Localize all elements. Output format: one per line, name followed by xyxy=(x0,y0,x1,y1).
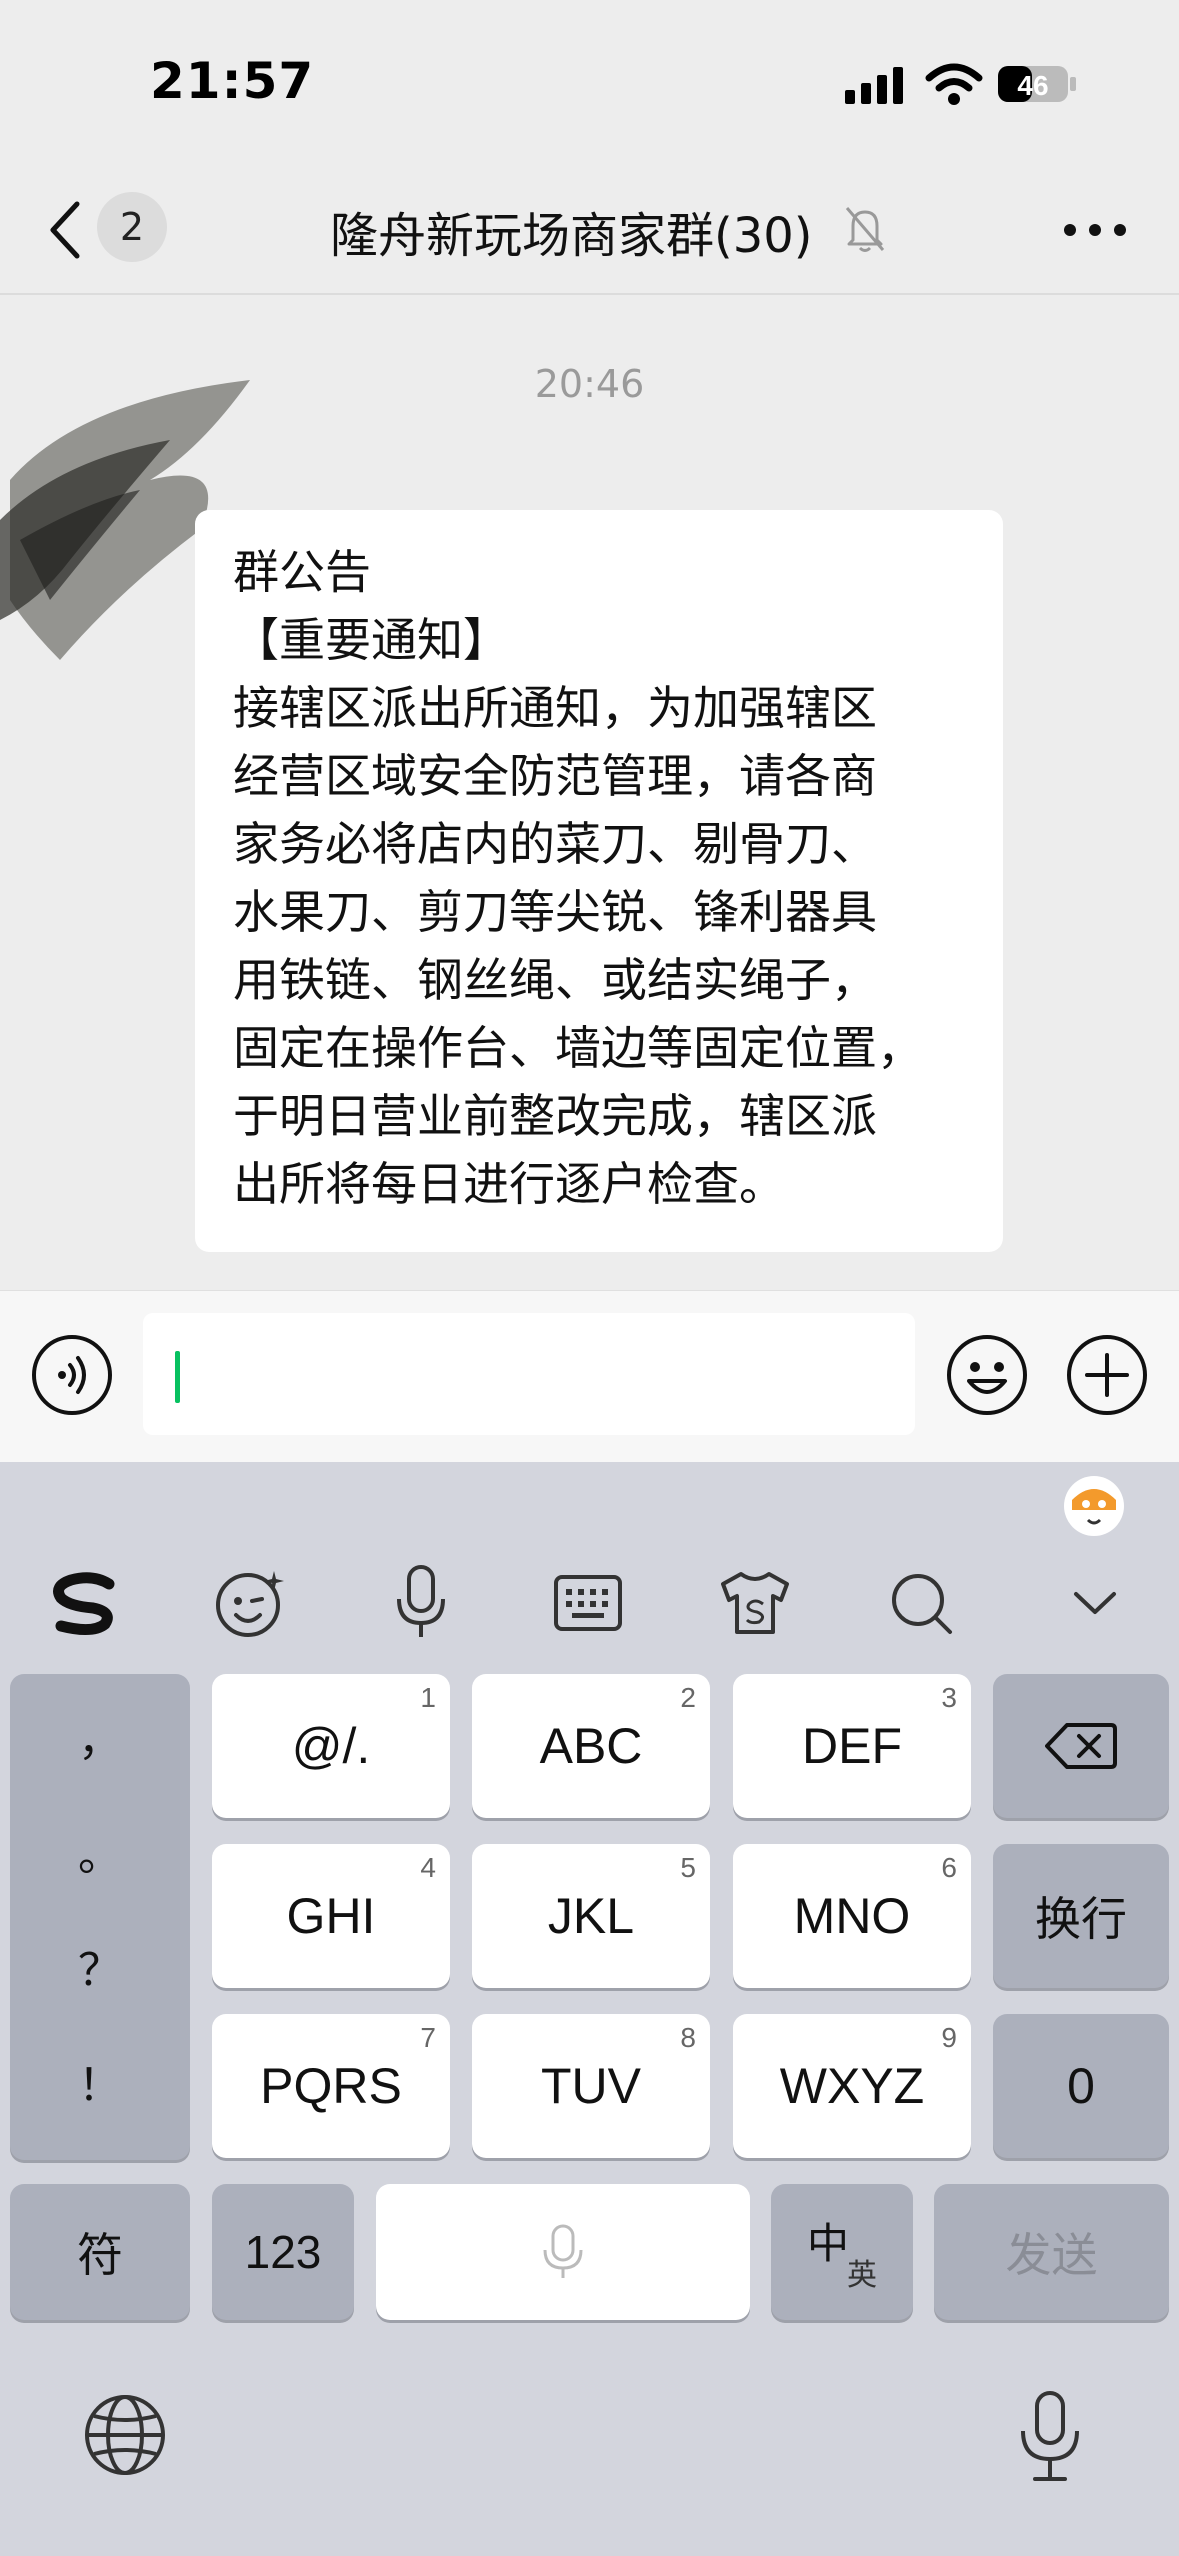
message-line: 水果刀、剪刀等尖锐、锋利器具 xyxy=(233,885,877,939)
mascot-icon[interactable] xyxy=(1058,1470,1130,1538)
key-number: 8 xyxy=(680,2022,696,2053)
return-key[interactable]: 换行 xyxy=(993,1844,1169,1988)
key-3[interactable]: 3 DEF xyxy=(733,1674,971,1818)
status-time: 21:57 xyxy=(150,52,315,110)
punct-key[interactable]: 。 xyxy=(10,1819,190,1883)
key-4[interactable]: 4 GHI xyxy=(212,1844,450,1988)
voice-message-icon[interactable] xyxy=(30,1333,114,1417)
message-line: 于明日营业前整改完成，辖区派 xyxy=(233,1089,877,1143)
symbol-key[interactable]: 符 xyxy=(10,2184,190,2320)
language-switch-key[interactable]: 中 英 xyxy=(771,2184,913,2320)
sogou-logo-icon[interactable] xyxy=(38,1558,128,1648)
key-9[interactable]: 9 WXYZ xyxy=(733,2014,971,2158)
key-6[interactable]: 6 MNO xyxy=(733,1844,971,1988)
backspace-icon xyxy=(1045,1723,1117,1769)
ime-keyboard: ， 。 ？ ！ 1 @/. 2 ABC 3 DEF 4 GHI 5 JKL 6 … xyxy=(0,1462,1179,2556)
wechat-group-chat-screen: 21:57 46 2 隆舟新玩场商家群(30) 20:46 群公告 【重要通知】… xyxy=(0,0,1179,2556)
back-chevron-icon[interactable] xyxy=(45,200,85,260)
space-mic-icon xyxy=(543,2224,583,2278)
key-label: @/. xyxy=(291,1718,371,1774)
emoji-face-icon[interactable] xyxy=(205,1558,295,1648)
key-number: 3 xyxy=(941,1682,957,1713)
message-input-bar xyxy=(0,1290,1179,1462)
key-label: MNO xyxy=(793,1888,911,1944)
key-label: WXYZ xyxy=(779,2058,925,2114)
punctuation-column[interactable]: ， 。 ？ ！ xyxy=(10,1674,190,2160)
globe-icon[interactable] xyxy=(82,2392,168,2478)
message-line: 用铁链、钢丝绳、或结实绳子， xyxy=(233,953,877,1007)
message-line: 【重要通知】 xyxy=(233,613,509,667)
dictation-mic-icon[interactable] xyxy=(1015,2387,1085,2487)
emoji-icon[interactable] xyxy=(945,1333,1029,1417)
cellular-signal-icon xyxy=(845,67,903,104)
punct-key[interactable]: ！ xyxy=(10,2049,190,2113)
chat-header: 2 隆舟新玩场商家群(30) xyxy=(0,170,1179,295)
search-icon[interactable] xyxy=(876,1558,966,1648)
key-number: 9 xyxy=(941,2022,957,2053)
key-label: GHI xyxy=(286,1888,376,1944)
numbers-key[interactable]: 123 xyxy=(212,2184,354,2320)
unread-count-badge[interactable]: 2 xyxy=(97,192,167,262)
text-caret xyxy=(175,1351,180,1403)
chat-title: 隆舟新玩场商家群(30) xyxy=(330,208,813,264)
key-number: 4 xyxy=(420,1852,436,1883)
message-line: 家务必将店内的菜刀、剔骨刀、 xyxy=(233,817,877,871)
key-number: 2 xyxy=(680,1682,696,1713)
backspace-key[interactable] xyxy=(993,1674,1169,1818)
key-number: 1 xyxy=(420,1682,436,1713)
skin-theme-icon[interactable] xyxy=(710,1558,800,1648)
wifi-icon xyxy=(925,63,983,105)
key-number: 7 xyxy=(420,2022,436,2053)
key-label: PQRS xyxy=(260,2058,402,2114)
battery-level: 46 xyxy=(1017,70,1048,101)
punct-key[interactable]: ？ xyxy=(10,1934,190,1998)
key-label: JKL xyxy=(547,1888,635,1944)
battery-icon: 46 xyxy=(998,66,1076,102)
voice-input-icon[interactable] xyxy=(376,1558,466,1648)
more-options-icon[interactable] xyxy=(1060,210,1130,250)
mute-bell-icon xyxy=(845,207,885,252)
key-7[interactable]: 7 PQRS xyxy=(212,2014,450,2158)
punct-key[interactable]: ， xyxy=(10,1704,190,1768)
plus-icon[interactable] xyxy=(1065,1333,1149,1417)
key-8[interactable]: 8 TUV xyxy=(472,2014,710,2158)
key-5[interactable]: 5 JKL xyxy=(472,1844,710,1988)
key-label: TUV xyxy=(541,2058,641,2114)
status-bar: 21:57 46 xyxy=(0,0,1179,170)
key-1[interactable]: 1 @/. xyxy=(212,1674,450,1818)
zero-key[interactable]: 0 xyxy=(993,2014,1169,2158)
send-key[interactable]: 发送 xyxy=(934,2184,1169,2320)
key-label: DEF xyxy=(802,1718,902,1774)
space-key[interactable] xyxy=(376,2184,750,2320)
message-line: 经营区域安全防范管理，请各商 xyxy=(233,749,877,803)
key-number: 5 xyxy=(680,1852,696,1883)
lang-main-label: 中 xyxy=(807,2220,850,2267)
message-input[interactable] xyxy=(143,1313,915,1435)
collapse-chevron-icon[interactable] xyxy=(1050,1558,1140,1648)
lang-sub-label: 英 xyxy=(847,2259,877,2292)
keyboard-layout-icon[interactable] xyxy=(543,1558,633,1648)
message-line: 出所将每日进行逐户检查。 xyxy=(233,1157,785,1211)
key-number: 6 xyxy=(941,1852,957,1883)
key-label: ABC xyxy=(539,1718,643,1774)
key-2[interactable]: 2 ABC xyxy=(472,1674,710,1818)
message-line: 群公告 xyxy=(233,545,371,599)
message-line: 接辖区派出所通知，为加强辖区 xyxy=(233,681,877,735)
group-announcement-bubble[interactable]: 群公告 【重要通知】 接辖区派出所通知，为加强辖区 经营区域安全防范管理，请各商… xyxy=(195,510,1003,1252)
message-line: 固定在操作台、墙边等固定位置， xyxy=(233,1021,923,1075)
